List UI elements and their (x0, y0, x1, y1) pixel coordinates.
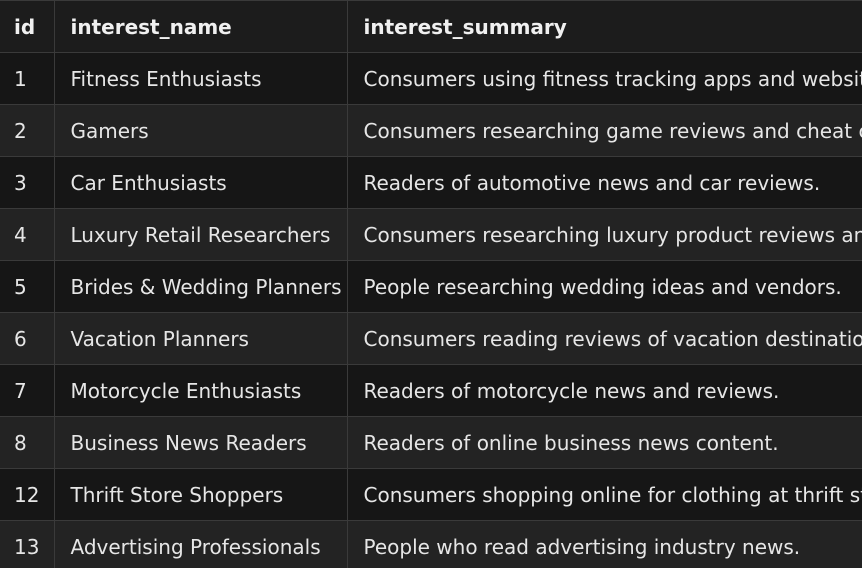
cell-id[interactable]: 7 (0, 364, 55, 417)
table-row[interactable]: 5 Brides & Wedding Planners People resea… (0, 260, 862, 313)
table-row[interactable]: 3 Car Enthusiasts Readers of automotive … (0, 156, 862, 209)
cell-interest-name[interactable]: Thrift Store Shoppers (54, 468, 348, 521)
cell-interest-summary[interactable]: Readers of automotive news and car revie… (347, 156, 862, 209)
table-row[interactable]: 4 Luxury Retail Researchers Consumers re… (0, 208, 862, 261)
cell-id[interactable]: 12 (0, 468, 55, 521)
column-header-interest-summary[interactable]: interest_summary (347, 0, 862, 53)
table-row[interactable]: 2 Gamers Consumers researching game revi… (0, 104, 862, 157)
column-header-interest-name[interactable]: interest_name (54, 0, 348, 53)
cell-interest-name[interactable]: Luxury Retail Researchers (54, 208, 348, 261)
results-table: id interest_name interest_summary 1 Fitn… (0, 0, 862, 568)
cell-id[interactable]: 2 (0, 104, 55, 157)
table-row[interactable]: 6 Vacation Planners Consumers reading re… (0, 312, 862, 365)
cell-id[interactable]: 13 (0, 520, 55, 568)
cell-id[interactable]: 6 (0, 312, 55, 365)
cell-interest-name[interactable]: Business News Readers (54, 416, 348, 469)
table-row[interactable]: 13 Advertising Professionals People who … (0, 520, 862, 568)
cell-interest-summary[interactable]: Consumers reading reviews of vacation de… (347, 312, 862, 365)
cell-id[interactable]: 8 (0, 416, 55, 469)
header-row: id interest_name interest_summary (0, 0, 862, 53)
cell-id[interactable]: 3 (0, 156, 55, 209)
table-row[interactable]: 8 Business News Readers Readers of onlin… (0, 416, 862, 469)
cell-interest-summary[interactable]: People who read advertising industry new… (347, 520, 862, 568)
table-row[interactable]: 7 Motorcycle Enthusiasts Readers of moto… (0, 364, 862, 417)
cell-interest-name[interactable]: Brides & Wedding Planners (54, 260, 348, 313)
table-body: 1 Fitness Enthusiasts Consumers using fi… (0, 52, 862, 568)
cell-interest-summary[interactable]: Consumers researching luxury product rev… (347, 208, 862, 261)
table-header: id interest_name interest_summary (0, 0, 862, 53)
cell-interest-summary[interactable]: Consumers shopping online for clothing a… (347, 468, 862, 521)
cell-interest-summary[interactable]: People researching wedding ideas and ven… (347, 260, 862, 313)
results-grid-viewport: id interest_name interest_summary 1 Fitn… (0, 0, 862, 568)
cell-interest-name[interactable]: Advertising Professionals (54, 520, 348, 568)
cell-interest-name[interactable]: Car Enthusiasts (54, 156, 348, 209)
cell-id[interactable]: 5 (0, 260, 55, 313)
cell-id[interactable]: 1 (0, 52, 55, 105)
cell-id[interactable]: 4 (0, 208, 55, 261)
cell-interest-name[interactable]: Gamers (54, 104, 348, 157)
cell-interest-name[interactable]: Fitness Enthusiasts (54, 52, 348, 105)
cell-interest-name[interactable]: Vacation Planners (54, 312, 348, 365)
cell-interest-summary[interactable]: Consumers using fitness tracking apps an… (347, 52, 862, 105)
table-row[interactable]: 12 Thrift Store Shoppers Consumers shopp… (0, 468, 862, 521)
table-row[interactable]: 1 Fitness Enthusiasts Consumers using fi… (0, 52, 862, 105)
column-header-id[interactable]: id (0, 0, 55, 53)
cell-interest-name[interactable]: Motorcycle Enthusiasts (54, 364, 348, 417)
cell-interest-summary[interactable]: Readers of motorcycle news and reviews. (347, 364, 862, 417)
cell-interest-summary[interactable]: Readers of online business news content. (347, 416, 862, 469)
cell-interest-summary[interactable]: Consumers researching game reviews and c… (347, 104, 862, 157)
